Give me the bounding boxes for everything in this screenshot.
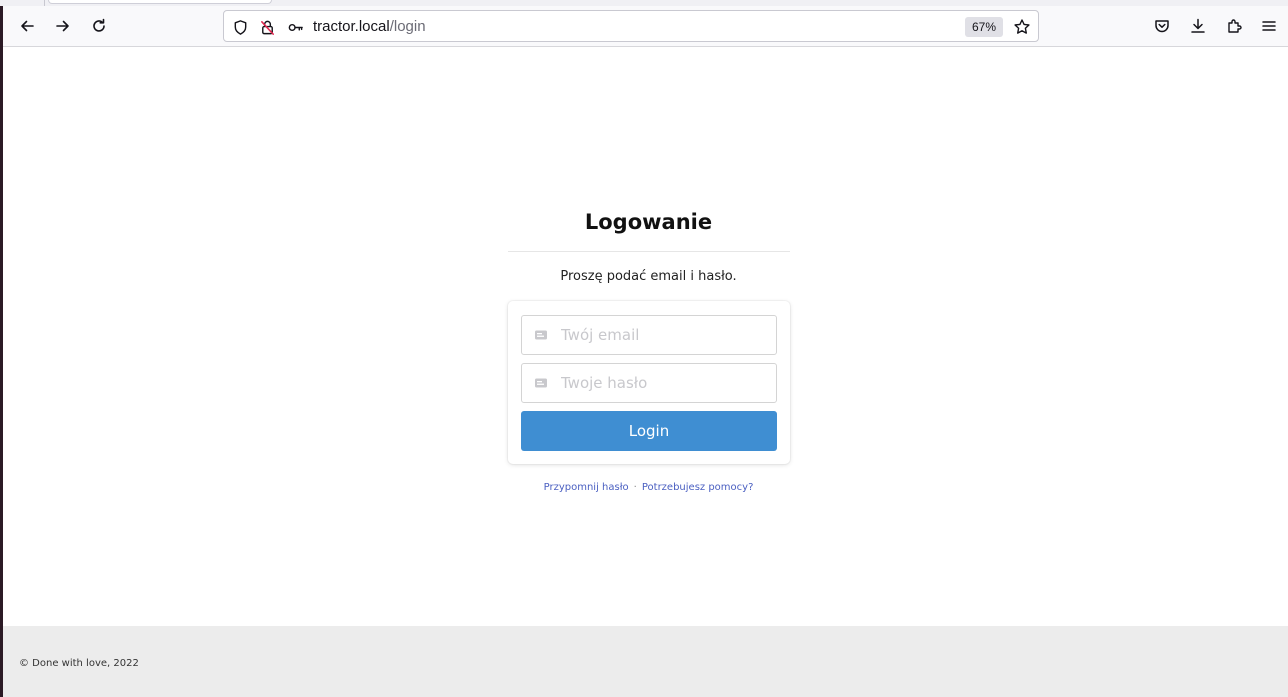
- reload-icon: [93, 18, 105, 32]
- url-host: tractor.local: [313, 18, 390, 35]
- forward-button[interactable]: [47, 10, 79, 42]
- arrow-right-icon: [56, 20, 69, 32]
- insecure-lock-icon[interactable]: [258, 18, 276, 36]
- need-help-link[interactable]: Potrzebujesz pomocy?: [642, 482, 754, 493]
- shield-icon[interactable]: [231, 18, 249, 36]
- hamburger-menu-icon: [1262, 21, 1276, 31]
- active-tab[interactable]: [48, 0, 272, 4]
- page-content: Logowanie Proszę podać email i hasło. Lo…: [3, 47, 1288, 626]
- email-input[interactable]: [561, 316, 771, 354]
- page-footer: © Done with love, 2022: [3, 626, 1288, 697]
- url-path: /login: [389, 18, 426, 35]
- login-form: Login: [508, 301, 790, 464]
- reload-button[interactable]: [83, 10, 115, 42]
- app-menu-button[interactable]: [1253, 10, 1285, 42]
- arrow-left-icon: [21, 20, 34, 32]
- page-subtitle: Proszę podać email i hasło.: [560, 269, 737, 284]
- remind-password-link[interactable]: Przypomnij hasło: [544, 482, 629, 493]
- link-separator: ·: [633, 482, 637, 493]
- pocket-icon: [1155, 20, 1169, 33]
- bookmark-button[interactable]: [1012, 17, 1032, 37]
- page-title: Logowanie: [584, 210, 713, 234]
- zoom-level-button[interactable]: 67%: [965, 17, 1004, 37]
- extensions-button[interactable]: [1218, 10, 1250, 42]
- footer-text: © Done with love, 2022: [19, 658, 139, 669]
- pocket-button[interactable]: [1146, 10, 1178, 42]
- id-card-icon: [534, 328, 548, 342]
- back-button[interactable]: [11, 10, 43, 42]
- title-divider: [508, 251, 790, 252]
- email-field[interactable]: [521, 315, 777, 355]
- help-links: Przypomnij hasło · Potrzebujesz pomocy?: [3, 482, 1288, 493]
- url-text[interactable]: tractor.local/login: [313, 17, 426, 37]
- star-icon: [1014, 19, 1030, 34]
- password-field[interactable]: [521, 363, 777, 403]
- browser-toolbar: tractor.local/login 67%: [3, 6, 1288, 47]
- password-input[interactable]: [561, 364, 771, 402]
- puzzle-icon: [1228, 19, 1242, 33]
- login-button[interactable]: Login: [521, 411, 777, 451]
- downloads-button[interactable]: [1182, 10, 1214, 42]
- key-icon[interactable]: [286, 18, 304, 36]
- address-bar[interactable]: tractor.local/login 67%: [223, 10, 1039, 42]
- id-card-icon: [534, 376, 548, 390]
- download-icon: [1191, 18, 1205, 33]
